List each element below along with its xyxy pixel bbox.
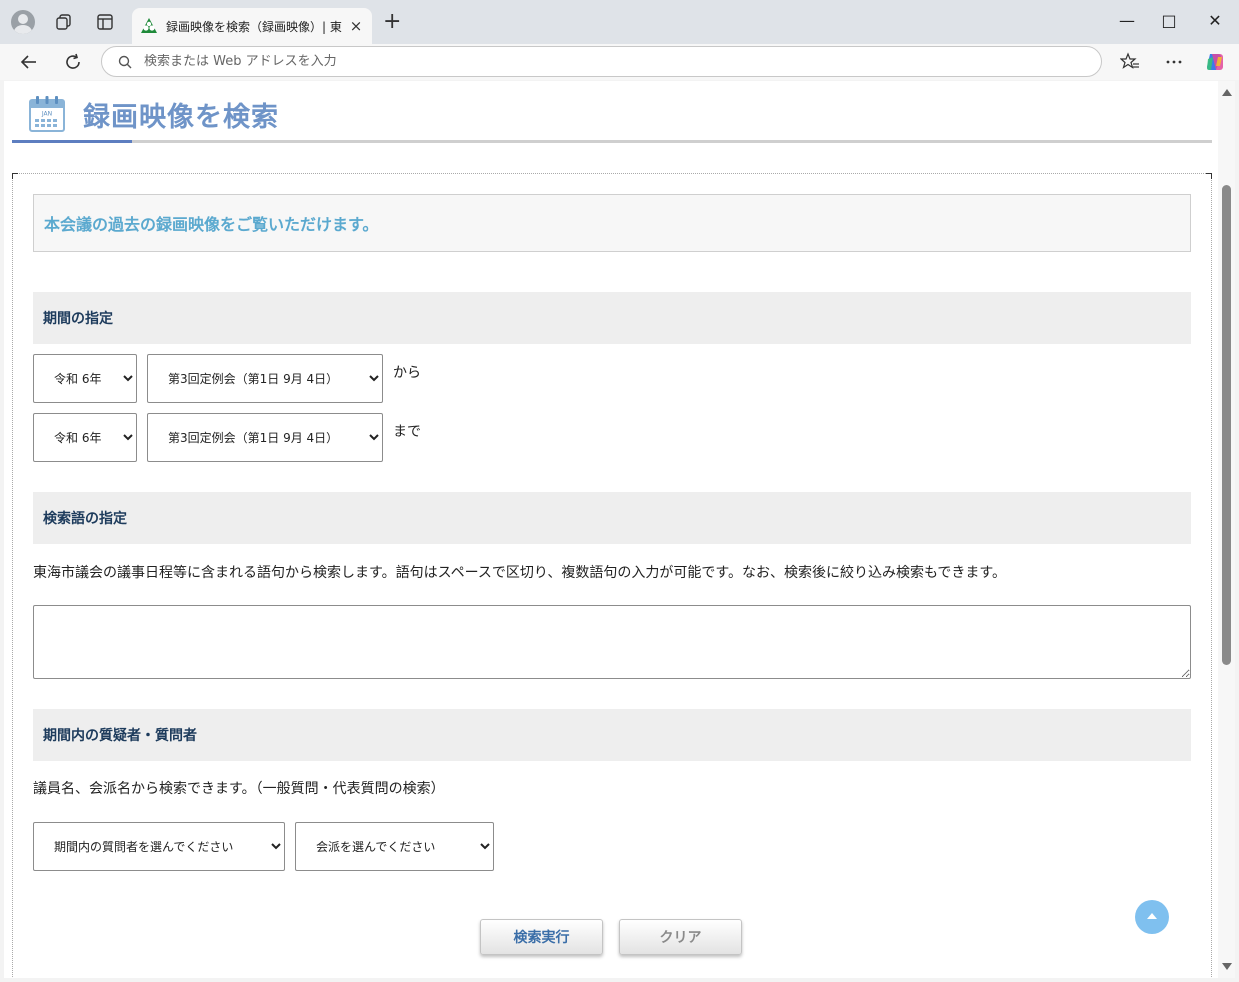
clear-button[interactable]: クリア	[619, 919, 742, 955]
scroll-down-arrow-icon[interactable]	[1222, 963, 1232, 970]
keyword-description: 東海市議会の議事日程等に含まれる語句から検索します。語句はスペースで区切り、複数…	[33, 565, 1006, 581]
member-select[interactable]: 期間内の質問者を選んでください	[33, 822, 285, 871]
header-divider	[12, 140, 1212, 143]
close-window-button[interactable]: ✕	[1205, 10, 1225, 30]
questioner-description: 議員名、会派名から検索できます。（一般質問・代表質問の検索）	[33, 781, 445, 797]
page-header: JAN 録画映像を検索	[12, 89, 1212, 143]
scrollbar-thumb[interactable]	[1222, 185, 1231, 665]
collections-icon[interactable]	[52, 10, 76, 34]
tab-actions-icon[interactable]	[93, 10, 117, 34]
tab-close-icon[interactable]: ×	[348, 17, 364, 35]
period-section-heading: 期間の指定	[33, 292, 1191, 344]
questioner-section-heading: 期間内の質疑者・質問者	[33, 709, 1191, 761]
profile-avatar[interactable]	[11, 10, 35, 34]
calendar-icon-label: JAN	[41, 111, 52, 118]
faction-select[interactable]: 会派を選んでください	[295, 822, 494, 871]
keyword-heading-text: 検索語の指定	[43, 511, 127, 527]
intro-box: 本会議の過去の録画映像をご覧いただけます。	[33, 194, 1191, 252]
intro-text: 本会議の過去の録画映像をご覧いただけます。	[44, 215, 379, 234]
address-input[interactable]	[144, 54, 1044, 69]
refresh-icon[interactable]	[61, 50, 85, 74]
site-favicon-icon	[141, 18, 157, 33]
new-tab-button[interactable]: +	[383, 11, 401, 33]
keyword-section-heading: 検索語の指定	[33, 492, 1191, 544]
scroll-to-top-icon[interactable]	[1135, 900, 1169, 934]
to-suffix: まで	[393, 424, 421, 440]
tab-active[interactable]: 録画映像を検索（録画映像）| 東海市議会 ×	[132, 8, 372, 44]
keyword-input[interactable]	[33, 605, 1191, 679]
search-icon	[118, 55, 132, 68]
to-session-select[interactable]: 第3回定例会（第1日 9月 4日）	[147, 413, 383, 462]
page-scrollbar[interactable]	[1218, 81, 1235, 978]
more-menu-icon[interactable]	[1162, 50, 1186, 74]
from-suffix: から	[393, 365, 421, 381]
favorites-icon[interactable]	[1118, 50, 1142, 74]
page-viewport: JAN 録画映像を検索 本会議の過去の録画映像をご覧いただけます。 期間の指定 …	[4, 81, 1218, 978]
page-title: 録画映像を検索	[83, 102, 279, 133]
from-year-select[interactable]: 令和 6年	[33, 354, 137, 403]
header-divider-accent	[12, 140, 132, 143]
tab-title: 録画映像を検索（録画映像）| 東海市議会	[166, 19, 342, 34]
scroll-up-arrow-icon[interactable]	[1222, 89, 1232, 96]
browser-tab-bar: 録画映像を検索（録画映像）| 東海市議会 × + — □ ✕	[0, 0, 1239, 44]
back-icon[interactable]	[17, 50, 41, 74]
search-button[interactable]: 検索実行	[480, 919, 603, 955]
period-heading-text: 期間の指定	[43, 311, 113, 327]
minimize-button[interactable]: —	[1117, 10, 1137, 30]
browser-toolbar	[0, 44, 1239, 80]
to-year-select[interactable]: 令和 6年	[33, 413, 137, 462]
from-session-select[interactable]: 第3回定例会（第1日 9月 4日）	[147, 354, 383, 403]
questioner-heading-text: 期間内の質疑者・質問者	[43, 728, 197, 744]
calendar-icon: JAN	[29, 96, 65, 132]
copilot-icon[interactable]	[1203, 50, 1227, 74]
address-bar[interactable]	[101, 46, 1102, 77]
maximize-button[interactable]: □	[1159, 10, 1179, 30]
